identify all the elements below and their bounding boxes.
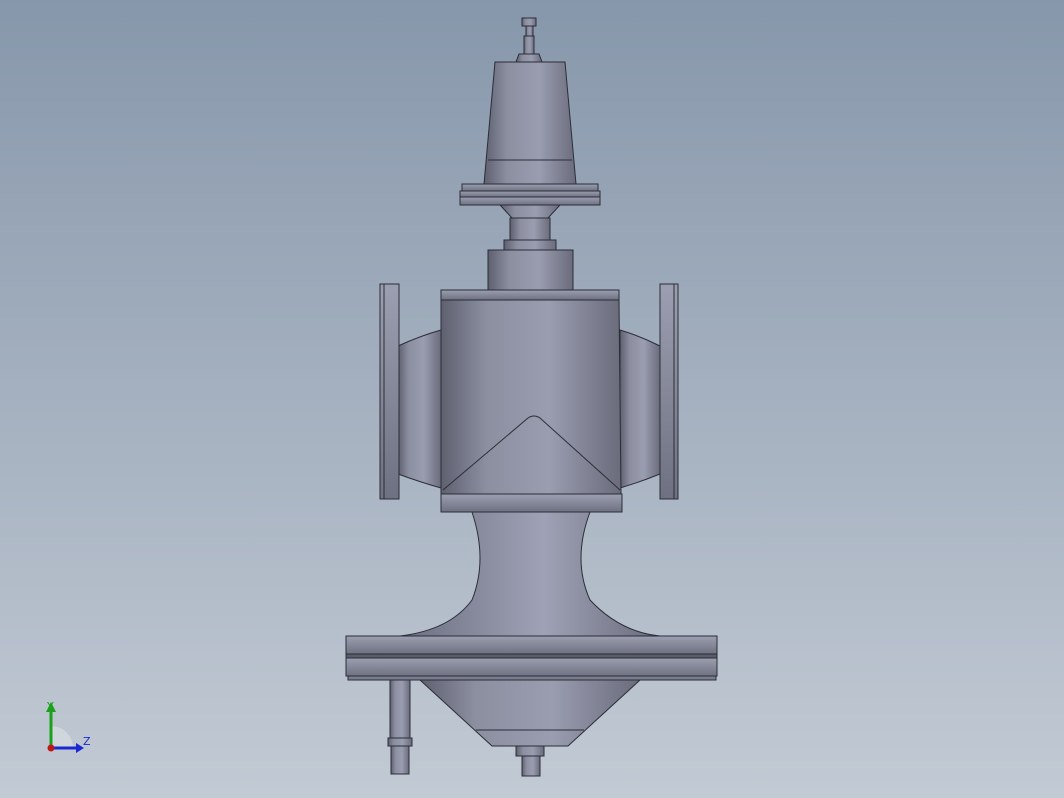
bonnet xyxy=(483,61,577,185)
coordinate-triad: Y Z xyxy=(46,700,91,753)
graphics-viewport[interactable]: Y Z xyxy=(0,0,1064,798)
body-bottom-plate xyxy=(440,493,623,513)
valve-model[interactable] xyxy=(0,0,1064,798)
drain-plug xyxy=(515,745,545,777)
triad-origin xyxy=(47,744,55,752)
diaphragm-flange xyxy=(345,635,718,681)
diaphragm-cone xyxy=(418,679,642,747)
valve-body xyxy=(440,299,622,495)
left-nozzle xyxy=(379,283,442,500)
upper-flange xyxy=(459,183,601,219)
neck xyxy=(399,511,661,637)
triad-quadrant xyxy=(51,726,73,748)
top-cap xyxy=(515,17,543,63)
body-top-plate xyxy=(440,289,620,301)
y-axis-label: Y xyxy=(46,700,54,713)
impulse-tube xyxy=(387,679,413,775)
right-nozzle xyxy=(619,283,679,500)
z-axis-label: Z xyxy=(83,735,91,748)
spindle-collar xyxy=(487,217,574,291)
